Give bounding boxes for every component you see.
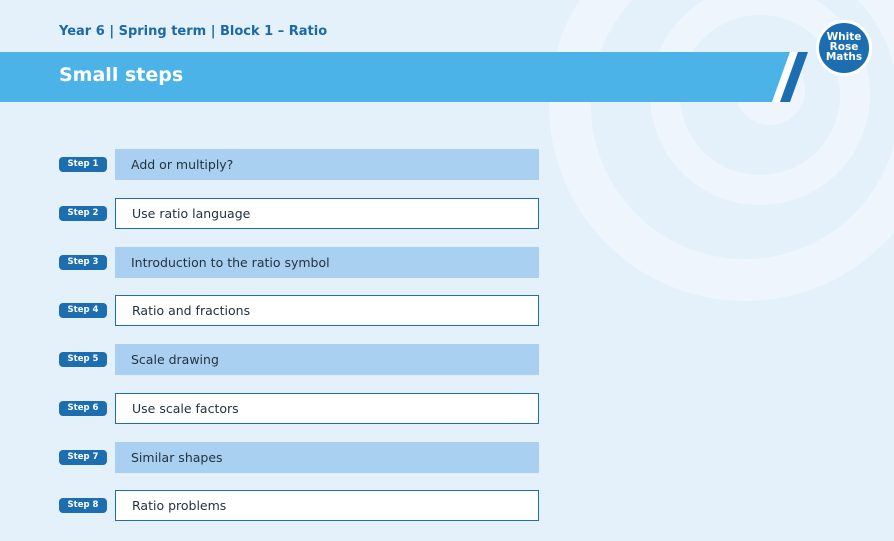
step-title[interactable]: Add or multiply? [115, 149, 539, 180]
step-title[interactable]: Introduction to the ratio symbol [115, 247, 539, 278]
step-title[interactable]: Scale drawing [115, 344, 539, 375]
page-title: Small steps [59, 64, 184, 86]
step-badge: Step 6 [59, 401, 107, 416]
step-row[interactable]: Step 1 Add or multiply? [59, 149, 539, 180]
step-title[interactable]: Ratio problems [115, 490, 539, 521]
step-row[interactable]: Step 3 Introduction to the ratio symbol [59, 247, 539, 278]
step-badge: Step 5 [59, 352, 107, 367]
step-badge: Step 3 [59, 255, 107, 270]
step-title[interactable]: Similar shapes [115, 442, 539, 473]
step-row[interactable]: Step 7 Similar shapes [59, 442, 539, 473]
step-row[interactable]: Step 8 Ratio problems [59, 490, 539, 521]
step-row[interactable]: Step 5 Scale drawing [59, 344, 539, 375]
step-badge: Step 2 [59, 206, 107, 221]
block-header: Year 6 | Spring term | Block 1 – Ratio [59, 24, 328, 39]
white-rose-maths-logo: White Rose Maths [816, 20, 872, 76]
step-title[interactable]: Use ratio language [115, 198, 539, 229]
step-title[interactable]: Use scale factors [115, 393, 539, 424]
step-badge: Step 8 [59, 498, 107, 513]
step-title[interactable]: Ratio and fractions [115, 295, 539, 326]
step-row[interactable]: Step 4 Ratio and fractions [59, 295, 539, 326]
step-badge: Step 1 [59, 157, 107, 172]
step-badge: Step 7 [59, 450, 107, 465]
step-row[interactable]: Step 6 Use scale factors [59, 393, 539, 424]
step-row[interactable]: Step 2 Use ratio language [59, 198, 539, 229]
step-badge: Step 4 [59, 303, 107, 318]
